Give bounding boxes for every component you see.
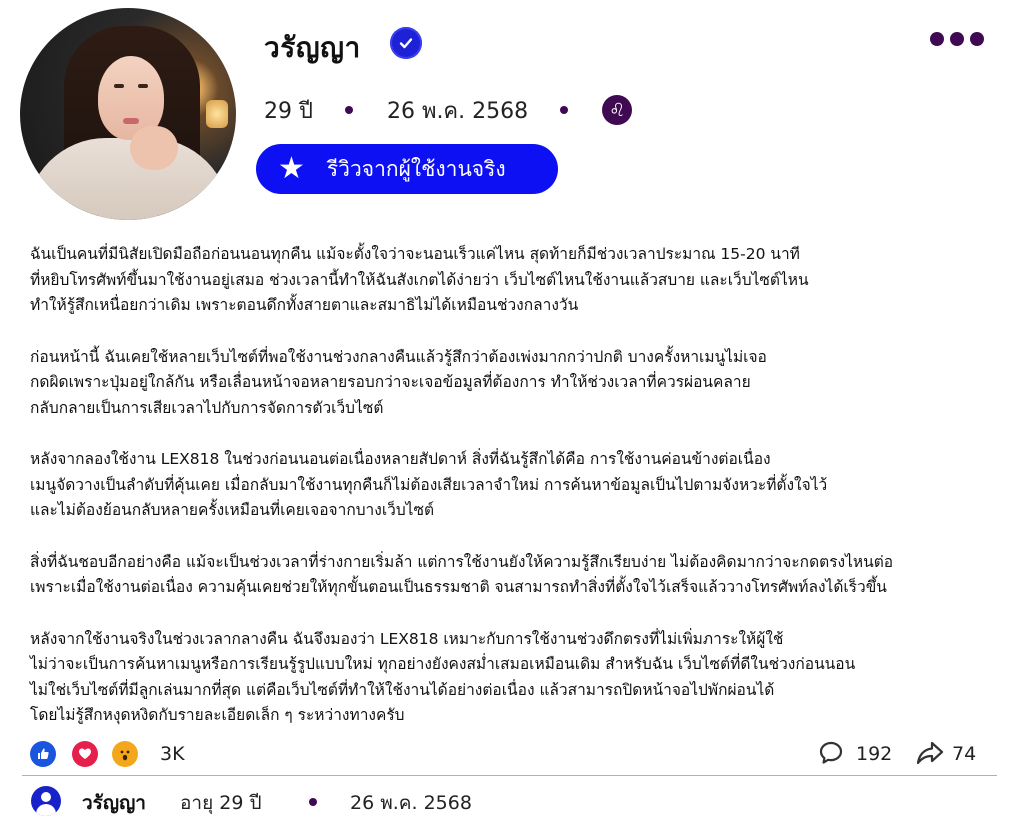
- zodiac-icon: ♌: [602, 95, 633, 125]
- post-paragraph: สิ่งที่ฉันชอบอีกอย่างคือ แม้จะเป็นช่วงเว…: [30, 550, 1000, 601]
- text-line: หลังจากใช้งานจริงในช่วงเวลากลางคืน ฉันจึ…: [30, 629, 784, 648]
- post-paragraph: ฉันเป็นคนที่มีนิสัยเปิดมือถือก่อนนอนทุกค…: [30, 242, 1000, 319]
- separator-dot: [344, 106, 353, 114]
- heart-icon: [79, 748, 91, 759]
- profile-age: 29 ปี: [264, 98, 313, 124]
- text-line: ฉันเป็นคนที่มีนิสัยเปิดมือถือก่อนนอนทุกค…: [30, 245, 800, 263]
- profile-avatar[interactable]: [20, 8, 236, 220]
- text-line: โดยไม่รู้สึกหงุดหงิดกับรายละเอียดเล็ก ๆ …: [30, 706, 405, 724]
- review-button-label: รีวิวจากผู้ใช้งานจริง: [326, 156, 506, 181]
- avatar-eye: [138, 84, 148, 88]
- text-line: และไม่ต้องย้อนกลับหลายครั้งเหมือนที่เคยเ…: [30, 501, 435, 519]
- text-line: กดผิดเพราะปุ่มอยู่ใกล้กัน หรือเลื่อนหน้า…: [30, 373, 751, 391]
- profile-date: 26 พ.ค. 2568: [386, 98, 529, 124]
- footer-name[interactable]: วรัญญา: [82, 788, 146, 818]
- avatar-head: [41, 792, 51, 802]
- text-line: เมนูจัดวางเป็นลำดับที่คุ้นเคย เมื่อกลับม…: [30, 475, 828, 494]
- profile-meta: 29 ปี 26 พ.ค. 2568 ♌: [264, 94, 633, 126]
- text-line: กลับกลายเป็นการเสียเวลาไปกับการจัดการตัว…: [30, 398, 384, 417]
- verified-badge-icon: [390, 27, 422, 59]
- user-avatar-icon[interactable]: [31, 786, 61, 816]
- post-paragraph: ก่อนหน้านี้ ฉันเคยใช้หลายเว็บไซต์ที่พอใช…: [30, 345, 1000, 422]
- profile-name[interactable]: วรัญญา: [264, 26, 361, 70]
- divider: [22, 775, 997, 776]
- comments-count[interactable]: 192: [856, 743, 892, 765]
- text-line: สิ่งที่ฉันชอบอีกอย่างคือ แม้จะเป็นช่วงเว…: [30, 552, 894, 571]
- star-icon: ★: [278, 151, 305, 186]
- post-paragraph: หลังจากใช้งานจริงในช่วงเวลากลางคืน ฉันจึ…: [30, 627, 1000, 729]
- text-line: ไม่ว่าจะเป็นการค้นหาเมนูหรือการเรียนรู้ร…: [30, 655, 856, 673]
- share-icon[interactable]: [916, 740, 944, 766]
- lamp-light: [206, 100, 228, 128]
- footer-date: 26 พ.ค. 2568: [350, 792, 472, 814]
- avatar-hand: [130, 126, 178, 170]
- text-line: ไม่ใช่เว็บไซต์ที่มีลูกเล่นมากที่สุด แต่ค…: [30, 680, 775, 699]
- more-options-icon[interactable]: [930, 32, 984, 46]
- thumbs-up-icon: [38, 748, 49, 759]
- comment-icon[interactable]: [818, 740, 844, 766]
- separator-dot: [309, 798, 317, 806]
- text-line: หลังจากลองใช้งาน LEX818 ในช่วงก่อนนอนต่อ…: [30, 450, 771, 468]
- text-line: ที่หยิบโทรศัพท์ขึ้นมาใช้งานอยู่เสมอ ช่วง…: [30, 270, 809, 289]
- more-dot: [930, 32, 944, 46]
- like-reaction-icon[interactable]: [30, 741, 56, 767]
- check-icon: [399, 38, 413, 49]
- love-reaction-icon[interactable]: [72, 741, 98, 767]
- review-card: วรัญญา 29 ปี 26 พ.ค. 2568 ♌ ★ รีวิวจากผู…: [0, 0, 1024, 819]
- more-dot: [950, 32, 964, 46]
- separator-dot: [560, 106, 569, 114]
- text-line: ทำให้รู้สึกเหนื่อยกว่าเดิม เพราะตอนดึกทั…: [30, 296, 579, 314]
- zodiac-symbol: ♌: [609, 99, 626, 121]
- surprised-face-icon: [120, 750, 130, 761]
- post-body: ฉันเป็นคนที่มีนิสัยเปิดมือถือก่อนนอนทุกค…: [30, 242, 1000, 729]
- footer-age: อายุ 29 ปี: [180, 792, 262, 814]
- wow-reaction-icon[interactable]: [112, 741, 138, 767]
- shares-count[interactable]: 74: [952, 743, 976, 765]
- text-line: เพราะเมื่อใช้งานต่อเนื่อง ความคุ้นเคยช่ว…: [30, 578, 887, 596]
- avatar-lips: [123, 118, 139, 124]
- reactions-count[interactable]: 3K: [160, 743, 185, 765]
- post-paragraph: หลังจากลองใช้งาน LEX818 ในช่วงก่อนนอนต่อ…: [30, 447, 1000, 524]
- avatar-eye: [114, 84, 124, 88]
- avatar-body: [36, 804, 56, 816]
- text-line: ก่อนหน้านี้ ฉันเคยใช้หลายเว็บไซต์ที่พอใช…: [30, 347, 767, 366]
- more-dot: [970, 32, 984, 46]
- verified-review-button[interactable]: ★ รีวิวจากผู้ใช้งานจริง: [256, 144, 558, 194]
